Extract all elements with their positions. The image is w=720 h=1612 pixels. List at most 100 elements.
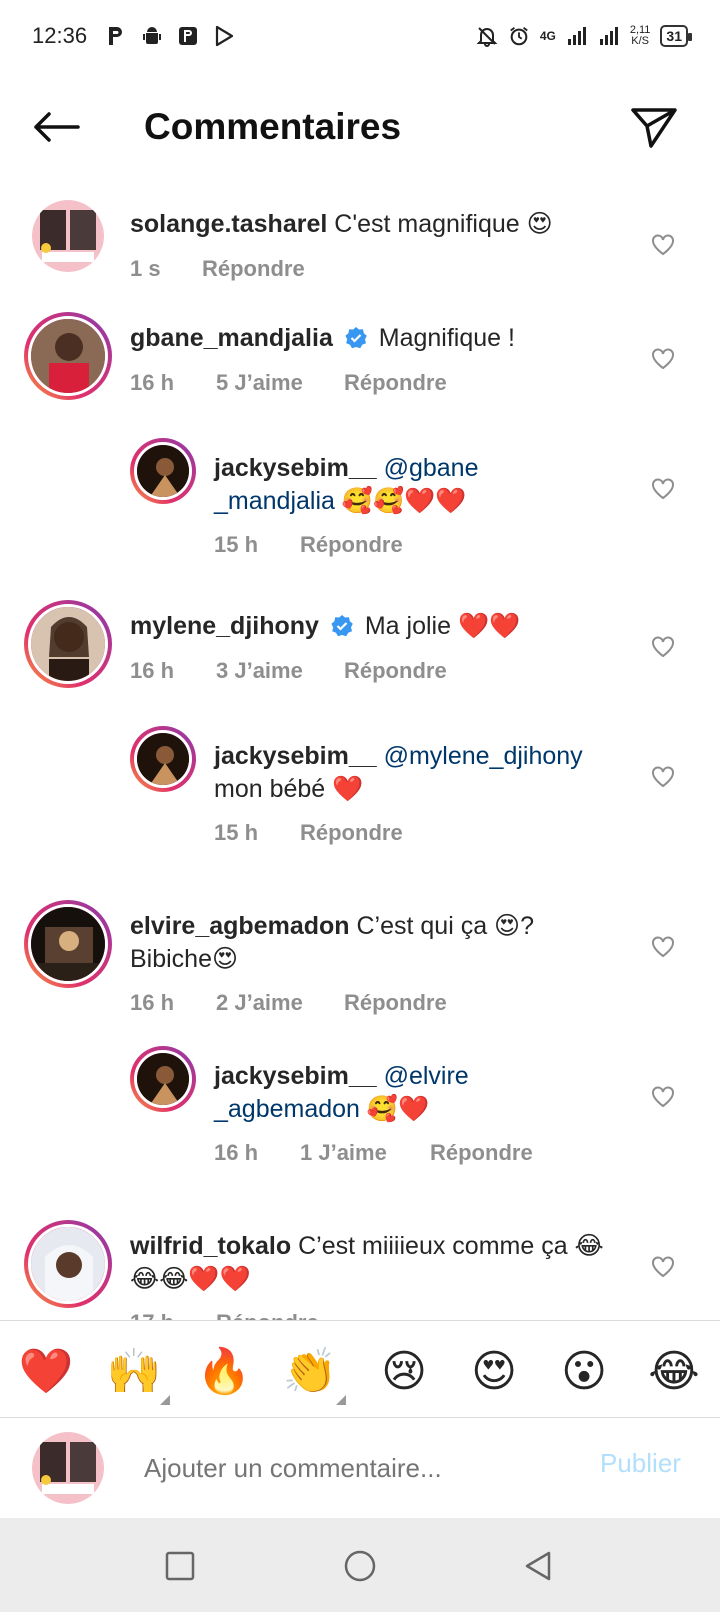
comment-username[interactable]: wilfrid_tokalo — [130, 1232, 291, 1260]
avatar[interactable] — [130, 726, 196, 792]
system-nav-bar — [0, 1518, 720, 1612]
verified-badge-icon — [345, 327, 367, 349]
reply-button[interactable]: Répondre — [344, 990, 447, 1016]
signal-icon — [566, 25, 588, 47]
share-button[interactable] — [628, 102, 680, 154]
avatar[interactable] — [24, 312, 112, 400]
comment-reply-item: jackysebim__ @gbane _mandjalia 🥰🥰❤️❤️ 15… — [0, 438, 720, 568]
reply-button[interactable]: Répondre — [344, 658, 447, 684]
comment-body: 🥰🥰❤️❤️ — [341, 487, 467, 515]
publish-button[interactable]: Publier — [600, 1448, 681, 1479]
comment-mention[interactable]: @mylene_djihony — [384, 742, 583, 770]
comment-body: Magnifique ! — [378, 324, 515, 352]
system-back-button[interactable] — [518, 1546, 558, 1586]
comment-text: jackysebim__ @mylene_djihony mon bébé ❤️ — [214, 740, 624, 806]
reaction-heart-eyes[interactable]: 😍 — [466, 1343, 522, 1399]
reply-button[interactable]: Répondre — [344, 370, 447, 396]
reaction-surprised[interactable]: 😮 — [556, 1343, 612, 1399]
reply-button[interactable]: Répondre — [300, 820, 403, 846]
reaction-raised-hands[interactable]: 🙌 — [106, 1343, 170, 1405]
comments-list[interactable]: solange.tasharel C'est magnifique 😍 1 s … — [0, 182, 720, 1320]
avatar[interactable] — [24, 900, 112, 988]
comment-meta: 16 h 2 J’aime Répondre — [130, 990, 447, 1016]
verified-badge-icon — [331, 615, 353, 637]
comment-time: 16 h — [130, 658, 175, 683]
comment-username[interactable]: elvire_agbemadon — [130, 912, 350, 940]
comment-text: jackysebim__ @elvire _agbemadon 🥰❤️ — [214, 1060, 514, 1126]
back-button[interactable] — [30, 104, 82, 150]
heart-icon — [652, 1256, 674, 1278]
comment-input[interactable] — [144, 1448, 564, 1488]
mute-bell-icon — [476, 25, 498, 47]
android-icon — [141, 25, 163, 47]
play-store-icon — [213, 25, 235, 47]
avatar[interactable] — [32, 200, 104, 272]
reply-button[interactable]: Répondre — [430, 1140, 533, 1166]
like-button[interactable] — [648, 1082, 678, 1112]
comment-username[interactable]: jackysebim__ — [214, 454, 377, 482]
comment-text: wilfrid_tokalo C’est miiiieux comme ça 😂… — [130, 1230, 620, 1296]
heart-icon — [652, 636, 674, 658]
circle-icon — [344, 1550, 376, 1582]
reply-button[interactable]: Répondre — [300, 532, 403, 558]
comment-time: 16 h — [130, 370, 175, 395]
like-button[interactable] — [648, 932, 678, 962]
comment-text: mylene_djihony Ma jolie ❤️❤️ — [130, 610, 620, 643]
heart-icon — [652, 478, 674, 500]
comment-meta: 16 h 3 J’aime Répondre — [130, 658, 447, 684]
comment-username[interactable]: mylene_djihony — [130, 612, 319, 640]
comment-username[interactable]: gbane_mandjalia — [130, 324, 333, 352]
network-speed: 2,11 K/S — [629, 24, 651, 47]
quick-reactions-bar: ❤️ 🙌 🔥 👏 😢 😍 😮 😂 — [0, 1320, 720, 1418]
like-count[interactable]: 1 J’aime — [300, 1140, 430, 1166]
avatar[interactable] — [24, 1220, 112, 1308]
parking-icon — [105, 25, 127, 47]
comment-username[interactable]: jackysebim__ — [214, 742, 377, 770]
comment-meta: 17 h Répondre — [130, 1310, 319, 1320]
paper-plane-icon — [631, 108, 677, 148]
comment-composer: Publier — [0, 1418, 720, 1518]
avatar — [32, 1432, 104, 1504]
variant-indicator — [160, 1395, 170, 1405]
like-count[interactable]: 5 J’aime — [216, 370, 344, 396]
comment-time: 15 h — [214, 820, 259, 845]
comment-item: solange.tasharel C'est magnifique 😍 1 s … — [0, 196, 720, 296]
reaction-crying[interactable]: 😢 — [376, 1343, 432, 1399]
avatar[interactable] — [24, 600, 112, 688]
comment-time: 16 h — [214, 1140, 259, 1165]
variant-indicator — [336, 1395, 346, 1405]
comment-username[interactable]: solange.tasharel — [130, 210, 327, 238]
triangle-back-icon — [525, 1551, 551, 1581]
like-count[interactable]: 2 J’aime — [216, 990, 344, 1016]
comment-item: elvire_agbemadon C’est qui ça 😍? Bibiche… — [0, 900, 720, 1030]
comment-username[interactable]: jackysebim__ — [214, 1062, 377, 1090]
square-icon — [165, 1551, 195, 1581]
avatar[interactable] — [130, 1046, 196, 1112]
comment-text: solange.tasharel C'est magnifique 😍 — [130, 208, 620, 241]
reaction-clap[interactable]: 👏 — [282, 1343, 346, 1405]
like-button[interactable] — [648, 230, 678, 260]
reaction-laughing[interactable]: 😂 — [646, 1343, 702, 1399]
comment-text: elvire_agbemadon C’est qui ça 😍? Bibiche… — [130, 910, 600, 976]
comment-reply-item: jackysebim__ @elvire _agbemadon 🥰❤️ 16 h… — [0, 1046, 720, 1176]
home-button[interactable] — [340, 1546, 380, 1586]
like-button[interactable] — [648, 344, 678, 374]
reply-button[interactable]: Répondre — [216, 1310, 319, 1320]
reply-button[interactable]: Répondre — [202, 256, 305, 282]
like-button[interactable] — [648, 632, 678, 662]
heart-icon — [652, 766, 674, 788]
like-button[interactable] — [648, 1252, 678, 1282]
reaction-fire[interactable]: 🔥 — [196, 1343, 252, 1399]
like-count[interactable]: 3 J’aime — [216, 658, 344, 684]
recent-apps-button[interactable] — [160, 1546, 200, 1586]
comment-meta: 16 h 5 J’aime Répondre — [130, 370, 447, 396]
network-type: 4G — [539, 29, 556, 43]
like-button[interactable] — [648, 762, 678, 792]
comment-item: wilfrid_tokalo C’est miiiieux comme ça 😂… — [0, 1220, 720, 1320]
heart-icon — [652, 936, 674, 958]
avatar[interactable] — [130, 438, 196, 504]
reaction-heart[interactable]: ❤️ — [18, 1343, 74, 1399]
like-button[interactable] — [648, 474, 678, 504]
comment-meta: 1 s Répondre — [130, 256, 305, 282]
comment-body: C'est magnifique 😍 — [334, 210, 553, 238]
